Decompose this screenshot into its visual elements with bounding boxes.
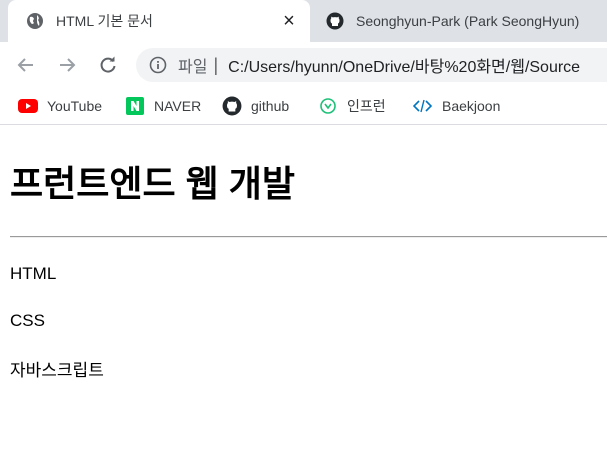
tab-html-document[interactable]: HTML 기본 문서 × (8, 0, 310, 42)
url-text[interactable]: C:/Users/hyunn/OneDrive/바탕%20화면/웹/Source (228, 53, 580, 77)
youtube-icon (18, 96, 38, 116)
tab-title: Seonghyun-Park (Park SeongHyun) (356, 13, 580, 29)
bookmark-label: 인프런 (347, 98, 386, 114)
page-heading: 프런트엔드 웹 개발 (10, 163, 295, 204)
content-item-css: CSS (10, 311, 45, 330)
content-item-javascript: 자바스크립트 (10, 361, 104, 380)
browser-toolbar: 파일 | C:/Users/hyunn/OneDrive/바탕%20화면/웹/S… (0, 42, 607, 88)
bookmark-github[interactable]: github (222, 96, 289, 116)
code-icon (413, 96, 433, 116)
bookmark-label: Baekjoon (442, 98, 501, 114)
bookmark-label: github (251, 98, 290, 114)
address-separator: | (213, 54, 219, 75)
github-icon (326, 12, 344, 30)
tab-github-profile[interactable]: Seonghyun-Park (Park SeongHyun) (318, 0, 607, 42)
bookmark-inflearn[interactable]: 인프런 (318, 96, 386, 116)
bookmark-naver[interactable]: NAVER (125, 96, 201, 116)
content-item-html: HTML (10, 264, 57, 283)
info-icon[interactable] (148, 55, 168, 75)
bookmark-youtube[interactable]: YouTube (18, 96, 102, 116)
forward-arrow-icon[interactable] (55, 53, 79, 77)
file-scheme-label: 파일 (178, 59, 208, 76)
bookmark-label: NAVER (154, 98, 202, 114)
reload-icon[interactable] (96, 53, 120, 77)
close-tab-icon[interactable]: × (280, 11, 298, 31)
bookmarks-bar: YouTube NAVER github 인프런 Baekjoon (0, 88, 607, 125)
naver-icon (125, 96, 145, 116)
bookmark-label: YouTube (47, 98, 103, 114)
tab-strip: HTML 기본 문서 × Seonghyun-Park (Park SeongH… (0, 0, 607, 42)
bookmark-baekjoon[interactable]: Baekjoon (413, 96, 500, 116)
horizontal-rule (10, 236, 607, 238)
github-icon (222, 96, 242, 116)
globe-icon (26, 12, 44, 30)
back-arrow-icon[interactable] (14, 53, 38, 77)
address-bar[interactable]: 파일 | C:/Users/hyunn/OneDrive/바탕%20화면/웹/S… (136, 48, 607, 82)
tab-title: HTML 기본 문서 (56, 13, 153, 29)
inflearn-icon (318, 96, 338, 116)
